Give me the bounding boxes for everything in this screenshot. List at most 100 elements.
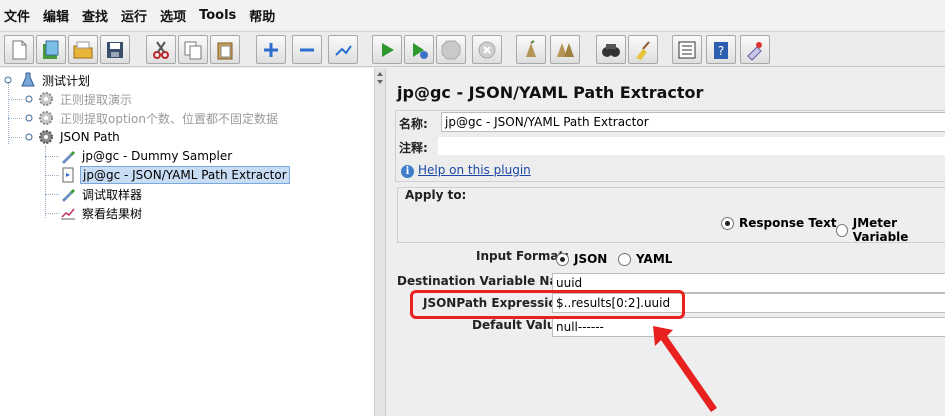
panel-splitter[interactable] bbox=[374, 68, 386, 416]
open-button[interactable] bbox=[68, 35, 98, 64]
copy-button[interactable] bbox=[178, 35, 208, 64]
tree-node-debug-sampler[interactable]: 调试取样器 bbox=[60, 185, 144, 203]
shutdown-icon bbox=[478, 41, 496, 58]
tree-node-sampler[interactable]: jp@gc - Dummy Sampler bbox=[60, 147, 234, 165]
tree-node-results-tree[interactable]: 察看结果树 bbox=[60, 204, 144, 222]
remote-button[interactable] bbox=[740, 35, 770, 64]
templates-icon bbox=[43, 40, 59, 59]
open-icon bbox=[73, 41, 93, 58]
splitter-up-arrow-icon[interactable] bbox=[377, 72, 383, 76]
new-button[interactable] bbox=[4, 35, 34, 64]
radio-json[interactable]: JSON bbox=[556, 252, 607, 266]
save-button[interactable] bbox=[100, 35, 130, 64]
expand-handle-icon[interactable] bbox=[25, 95, 33, 103]
radio-dot-icon bbox=[556, 252, 569, 266]
save-icon bbox=[107, 41, 123, 58]
gear-icon bbox=[38, 91, 54, 107]
start-button[interactable] bbox=[372, 35, 402, 64]
highlight-box bbox=[410, 290, 685, 319]
tree-node-extractor[interactable]: jp@gc - JSON/YAML Path Extractor bbox=[60, 166, 290, 184]
menu-file[interactable]: 文件 bbox=[4, 6, 30, 25]
help-button[interactable]: ? bbox=[706, 35, 736, 64]
collapse-handle-icon[interactable] bbox=[25, 133, 33, 141]
toolbar: ? bbox=[0, 31, 945, 67]
tree-node-test-plan[interactable]: 测试计划 bbox=[20, 71, 92, 89]
radio-response-text[interactable]: Response Text bbox=[721, 216, 837, 230]
radio-dot-icon bbox=[721, 216, 734, 230]
tree-node-label: jp@gc - JSON/YAML Path Extractor bbox=[80, 166, 290, 184]
clear-button[interactable] bbox=[516, 35, 546, 64]
chart-icon bbox=[60, 205, 76, 221]
start-no-pause-button[interactable] bbox=[404, 35, 434, 64]
tree-node-label: 正则提取演示 bbox=[60, 92, 133, 107]
new-icon bbox=[12, 40, 27, 59]
toggle-icon bbox=[335, 44, 352, 56]
extractor-icon bbox=[60, 167, 76, 183]
menu-help[interactable]: 帮助 bbox=[249, 6, 275, 25]
info-icon: i bbox=[401, 165, 414, 178]
function-helper-icon bbox=[678, 41, 696, 58]
function-helper-button[interactable] bbox=[672, 35, 702, 64]
collapse-icon bbox=[300, 48, 314, 51]
collapse-handle-icon[interactable] bbox=[4, 76, 12, 84]
menu-edit[interactable]: 编辑 bbox=[43, 6, 69, 25]
splitter-down-arrow-icon[interactable] bbox=[377, 80, 383, 84]
svg-text:?: ? bbox=[718, 44, 724, 58]
gear-icon bbox=[38, 129, 54, 145]
stop-icon bbox=[441, 40, 461, 59]
help-icon: ? bbox=[714, 41, 728, 59]
test-plan-tree[interactable]: 测试计划 正则提取演示 正则提取option个数、位置都不固定数据 JSON P… bbox=[0, 68, 374, 416]
menu-options[interactable]: 选项 bbox=[160, 6, 186, 25]
page-title: jp@gc - JSON/YAML Path Extractor bbox=[397, 83, 704, 102]
cut-icon bbox=[153, 40, 169, 59]
help-plugin-link[interactable]: Help on this plugin bbox=[418, 163, 531, 177]
reset-search-button[interactable] bbox=[628, 35, 658, 64]
tree-node-label: jp@gc - Dummy Sampler bbox=[82, 149, 233, 163]
default-value-field[interactable]: null------ bbox=[552, 317, 945, 337]
remote-icon bbox=[747, 41, 762, 61]
expand-handle-icon[interactable] bbox=[25, 114, 33, 122]
menu-tools[interactable]: Tools bbox=[199, 8, 236, 23]
tree-node-thread-group[interactable]: 正则提取演示 bbox=[38, 90, 134, 108]
clear-all-icon bbox=[557, 42, 574, 57]
radio-yaml[interactable]: YAML bbox=[618, 252, 672, 266]
radio-label: Response Text bbox=[739, 216, 837, 230]
menu-bar: 文件 编辑 查找 运行 选项 Tools 帮助 bbox=[0, 0, 945, 30]
tree-node-label: 调试取样器 bbox=[82, 187, 143, 202]
paste-button[interactable] bbox=[210, 35, 240, 64]
collapse-button[interactable] bbox=[292, 35, 322, 64]
cut-button[interactable] bbox=[146, 35, 176, 64]
radio-jmeter-variable[interactable]: JMeter Variable bbox=[836, 216, 945, 244]
menu-search[interactable]: 查找 bbox=[82, 6, 108, 25]
tree-node-label: 测试计划 bbox=[42, 73, 91, 88]
menu-run[interactable]: 运行 bbox=[121, 6, 147, 25]
comment-field[interactable] bbox=[437, 136, 945, 156]
tree-node-thread-group[interactable]: 正则提取option个数、位置都不固定数据 bbox=[38, 109, 280, 127]
tree-node-label: JSON Path bbox=[60, 130, 120, 144]
radio-label: JMeter Variable bbox=[852, 216, 909, 244]
radio-label: YAML bbox=[636, 252, 673, 266]
test-plan-icon bbox=[20, 72, 36, 88]
copy-icon bbox=[184, 41, 202, 59]
templates-button[interactable] bbox=[36, 35, 66, 64]
name-label: 名称: bbox=[399, 117, 428, 131]
expand-button[interactable] bbox=[256, 35, 286, 64]
pipette-icon bbox=[60, 148, 76, 164]
clear-icon bbox=[526, 39, 536, 57]
toggle-button[interactable] bbox=[328, 35, 358, 64]
comment-label: 注释: bbox=[399, 141, 428, 155]
radio-dot-icon bbox=[618, 252, 631, 266]
start-no-pause-icon bbox=[413, 42, 428, 59]
search-button[interactable] bbox=[596, 35, 626, 64]
tree-node-label: 察看结果树 bbox=[82, 206, 143, 221]
shutdown-button[interactable] bbox=[472, 35, 502, 64]
tree-node-thread-group[interactable]: JSON Path bbox=[38, 128, 122, 146]
apply-to-label: Apply to: bbox=[405, 188, 467, 202]
name-field[interactable]: jp@gc - JSON/YAML Path Extractor bbox=[441, 112, 945, 132]
clear-all-button[interactable] bbox=[550, 35, 580, 64]
search-icon bbox=[602, 43, 620, 57]
start-icon bbox=[382, 42, 394, 57]
stop-button[interactable] bbox=[436, 35, 466, 64]
editor-panel: jp@gc - JSON/YAML Path Extractor 名称: jp@… bbox=[387, 68, 945, 416]
gear-icon bbox=[38, 110, 54, 126]
